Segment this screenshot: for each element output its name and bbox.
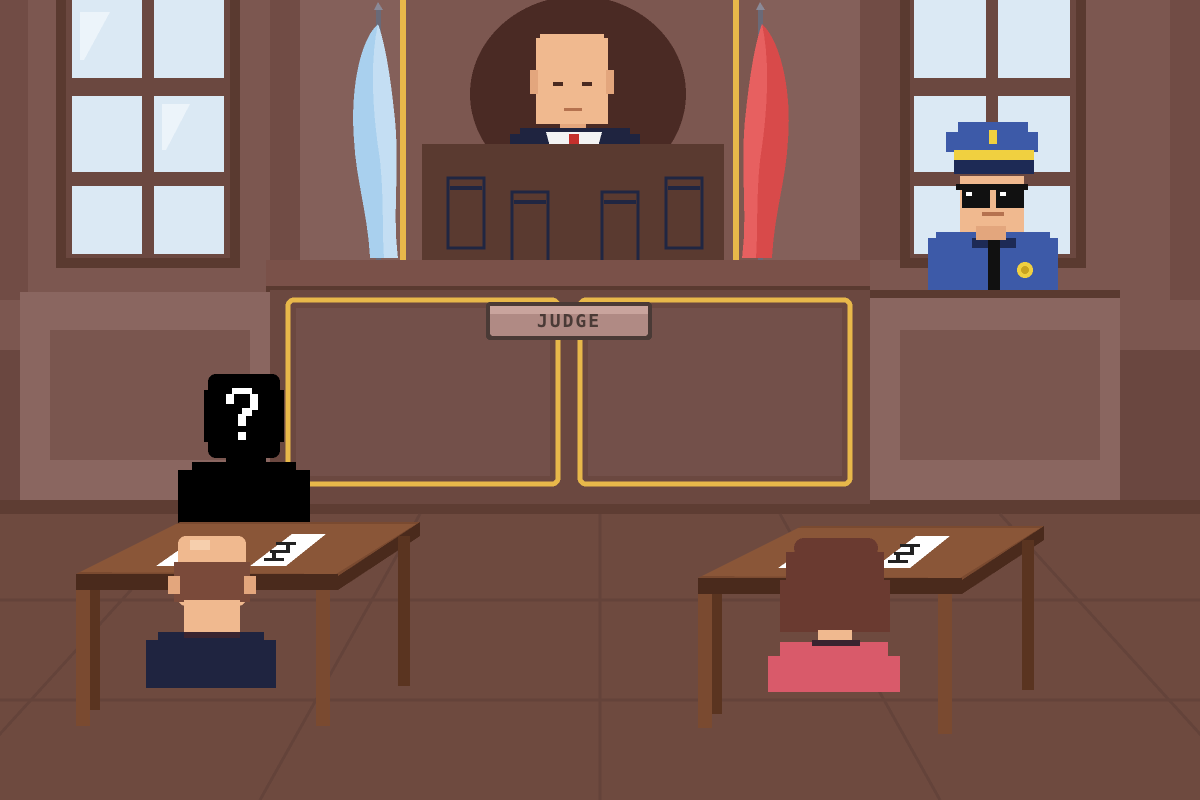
left-window (56, 0, 240, 268)
courtroom-scene: JUDGE (0, 0, 1200, 800)
plaintiff[interactable] (768, 538, 900, 692)
judge-nameplate (486, 302, 652, 340)
